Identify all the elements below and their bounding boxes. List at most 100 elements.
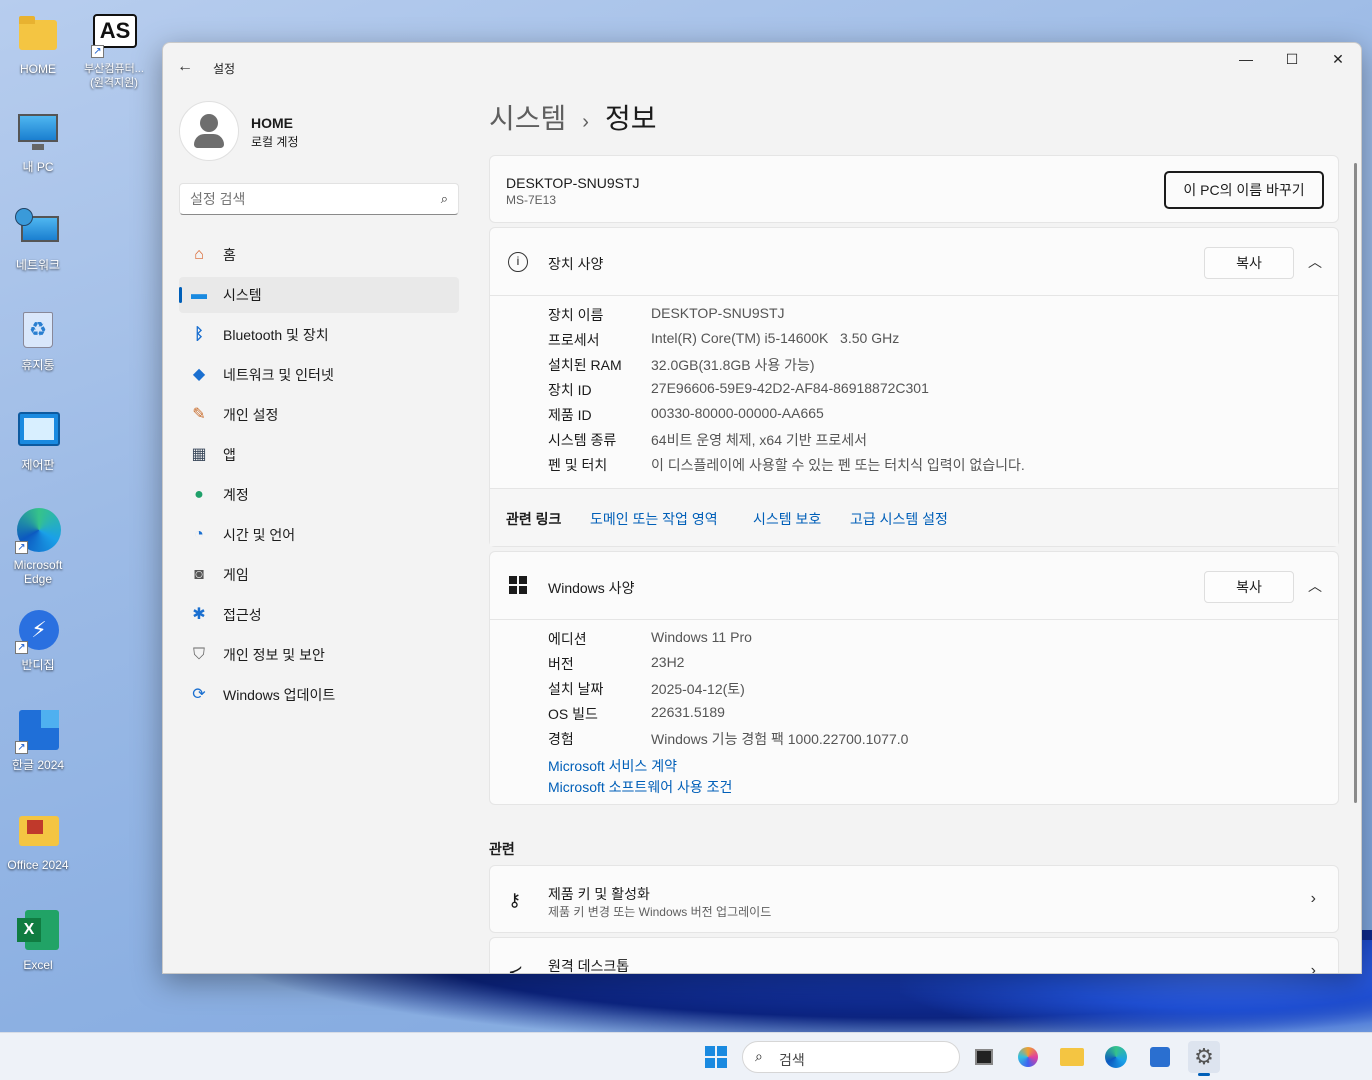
- sidebar-item-label: Bluetooth 및 장치: [223, 327, 329, 343]
- desktop-icon-label: 반디집: [21, 658, 55, 672]
- sidebar-item-windows-update[interactable]: ⟳ Windows 업데이트: [179, 677, 459, 713]
- windows-spec-rows: 에디션 Windows 11 Pro 버전 23H2 설치 날짜 2025-04-12…: [548, 629, 908, 754]
- desktop-icon-excel[interactable]: X Excel: [0, 908, 76, 972]
- sidebar-item-label: 개인 정보 및 보안: [223, 647, 325, 663]
- sidebar-item-home[interactable]: ⌂ 홈: [179, 237, 459, 273]
- info-icon: i: [508, 252, 528, 272]
- desktop-icon-network[interactable]: 네트워크: [0, 208, 76, 272]
- desktop-icon-label: 휴지통: [21, 358, 55, 372]
- spec-row: 에디션 Windows 11 Pro: [548, 629, 908, 654]
- desktop-icon-bandizip[interactable]: ⚡ ↗ 반디집: [0, 608, 76, 672]
- sidebar-nav: ⌂ 홈 ▬ 시스템 ᛒ Bluetooth 및 장치 ◆ 네트워크 및 인터넷 ✎ 개인 …: [179, 237, 459, 717]
- spec-key: 펜 및 터치: [548, 457, 608, 473]
- taskbar-search[interactable]: ⌕ 검색: [742, 1041, 960, 1073]
- spec-key: 시스템 종류: [548, 432, 617, 448]
- back-arrow-icon[interactable]: ←: [177, 57, 197, 77]
- sidebar-item-label: 앱: [223, 447, 236, 463]
- sidebar-item-gaming[interactable]: ◙ 게임: [179, 557, 459, 593]
- microsoft-store-icon[interactable]: [1144, 1041, 1176, 1073]
- sidebar-item-time-language[interactable]: ◔ 시간 및 언어: [179, 517, 459, 553]
- spec-row: 제품 ID 00330-80000-00000-AA665: [548, 405, 1025, 430]
- folder-icon: [15, 12, 61, 58]
- edge-icon[interactable]: [1100, 1041, 1132, 1073]
- related-item-title: 원격 데스크톱: [548, 958, 630, 974]
- link-system-protection[interactable]: 시스템 보호: [753, 509, 821, 529]
- sidebar-item-bluetooth[interactable]: ᛒ Bluetooth 및 장치: [179, 317, 459, 353]
- desktop-icon-edge[interactable]: ↗ Microsoft Edge: [0, 508, 76, 586]
- desktop-icon-hangul[interactable]: ↗ 한글 2024: [0, 708, 76, 772]
- user-profile[interactable]: HOME 로컬 계정: [179, 101, 459, 161]
- sidebar-item-network[interactable]: ◆ 네트워크 및 인터넷: [179, 357, 459, 393]
- product-key-card[interactable]: ⚷ 제품 키 및 활성화 제품 키 변경 또는 Windows 버전 업그레이드…: [489, 865, 1339, 933]
- spec-value: 이 디스플레이에 사용할 수 있는 펜 또는 터치식 입력이 없습니다.: [651, 457, 1025, 473]
- desktop-icon-control-panel[interactable]: 제어판: [0, 408, 76, 472]
- search-input[interactable]: [190, 191, 420, 207]
- spec-row: 펜 및 터치 이 디스플레이에 사용할 수 있는 펜 또는 터치식 입력이 없습니…: [548, 455, 1025, 480]
- home-icon: ⌂: [194, 246, 204, 263]
- brush-icon: ✎: [192, 406, 206, 423]
- sidebar-item-privacy[interactable]: ⛉ 개인 정보 및 보안: [179, 637, 459, 673]
- spec-value: 64비트 운영 체제, x64 기반 프로세서: [651, 432, 868, 448]
- related-links-bar: 관련 링크 도메인 또는 작업 영역 시스템 보호 고급 시스템 설정: [490, 488, 1338, 546]
- desktop-icon-home[interactable]: HOME: [0, 12, 76, 76]
- sidebar-item-accounts[interactable]: ● 계정: [179, 477, 459, 513]
- chevron-up-icon[interactable]: ︿: [1308, 576, 1322, 596]
- copy-windows-spec-button[interactable]: 복사: [1204, 571, 1294, 603]
- scrollbar[interactable]: [1354, 163, 1357, 803]
- copy-device-spec-button[interactable]: 복사: [1204, 247, 1294, 279]
- profile-account-type: 로컬 계정: [251, 135, 299, 149]
- settings-window: ← 설정 — ☐ ✕ HOME 로컬 계정 ⌕ ⌂홈 ▬시스템 ᛒBluetoo…: [162, 42, 1362, 974]
- spec-value: 32.0GB(31.8GB 사용 가능): [651, 357, 815, 373]
- sidebar-item-accessibility[interactable]: ✱ 접근성: [179, 597, 459, 633]
- settings-gear-icon[interactable]: ⚙: [1188, 1041, 1220, 1076]
- sidebar-item-label: 네트워크 및 인터넷: [223, 367, 334, 383]
- desktop-icon-label: Office 2024: [7, 858, 69, 872]
- link-microsoft-services-agreement[interactable]: Microsoft 서비스 계약: [548, 756, 677, 776]
- network-icon: [15, 208, 61, 254]
- profile-name: HOME: [251, 115, 293, 131]
- spec-key: 장치 ID: [548, 382, 592, 398]
- device-spec-header[interactable]: i 장치 사양 복사 ︿: [490, 228, 1338, 296]
- sidebar-item-apps[interactable]: ▦ 앱: [179, 437, 459, 473]
- spec-value: 22631.5189: [651, 704, 725, 720]
- pc-name: DESKTOP-SNU9STJ: [506, 175, 640, 191]
- desktop-icon-office[interactable]: Office 2024: [0, 808, 76, 872]
- desktop-icon-remote-support[interactable]: AS ↗ 부산컴퓨터... (원격지원): [76, 12, 152, 90]
- chevron-up-icon[interactable]: ︿: [1308, 252, 1322, 272]
- task-view-icon[interactable]: [968, 1041, 1000, 1073]
- copilot-icon[interactable]: [1012, 1041, 1044, 1073]
- spec-key: 제품 ID: [548, 407, 592, 423]
- windows-spec-title: Windows 사양: [548, 580, 635, 596]
- excel-icon: X: [15, 908, 61, 954]
- spec-value: 00330-80000-00000-AA665: [651, 405, 824, 421]
- remote-desktop-card[interactable]: ≺ 원격 데스크톱 ›: [489, 937, 1339, 974]
- start-button[interactable]: [700, 1041, 732, 1073]
- breadcrumb-parent[interactable]: 시스템: [489, 103, 566, 134]
- related-item-title: 제품 키 및 활성화: [548, 886, 650, 902]
- spec-key: 설치 날짜: [548, 681, 604, 697]
- link-microsoft-software-license[interactable]: Microsoft 소프트웨어 사용 조건: [548, 777, 732, 797]
- spec-key: 버전: [548, 656, 574, 672]
- desktop-icon-this-pc[interactable]: 내 PC: [0, 110, 76, 174]
- windows-spec-header[interactable]: Windows 사양 복사 ︿: [490, 552, 1338, 620]
- spec-key: 경험: [548, 731, 574, 747]
- spec-key: OS 빌드: [548, 706, 598, 722]
- related-item-subtitle: 제품 키 변경 또는 Windows 버전 업그레이드: [548, 905, 772, 919]
- spec-key: 설치된 RAM: [548, 357, 622, 373]
- link-advanced-system-settings[interactable]: 고급 시스템 설정: [850, 509, 948, 529]
- file-explorer-icon[interactable]: [1056, 1041, 1088, 1073]
- link-domain-workgroup[interactable]: 도메인 또는 작업 영역: [590, 509, 718, 529]
- avatar: [179, 101, 239, 161]
- desktop-icon-recycle-bin[interactable]: ♻ 휴지통: [0, 308, 76, 372]
- account-icon: ●: [194, 486, 204, 503]
- sidebar-item-system[interactable]: ▬ 시스템: [179, 277, 459, 313]
- taskbar-search-label: 검색: [779, 1052, 805, 1068]
- device-spec-title: 장치 사양: [548, 256, 604, 272]
- pc-name-card: DESKTOP-SNU9STJ MS-7E13 이 PC의 이름 바꾸기: [489, 155, 1339, 223]
- spec-row: 장치 ID 27E96606-59E9-42D2-AF84-86918872C30…: [548, 380, 1025, 405]
- shortcut-arrow-icon: ↗: [15, 541, 28, 554]
- settings-search[interactable]: ⌕: [179, 183, 459, 215]
- rename-pc-button[interactable]: 이 PC의 이름 바꾸기: [1164, 171, 1324, 209]
- apps-icon: ▦: [191, 446, 207, 463]
- sidebar-item-personalization[interactable]: ✎ 개인 설정: [179, 397, 459, 433]
